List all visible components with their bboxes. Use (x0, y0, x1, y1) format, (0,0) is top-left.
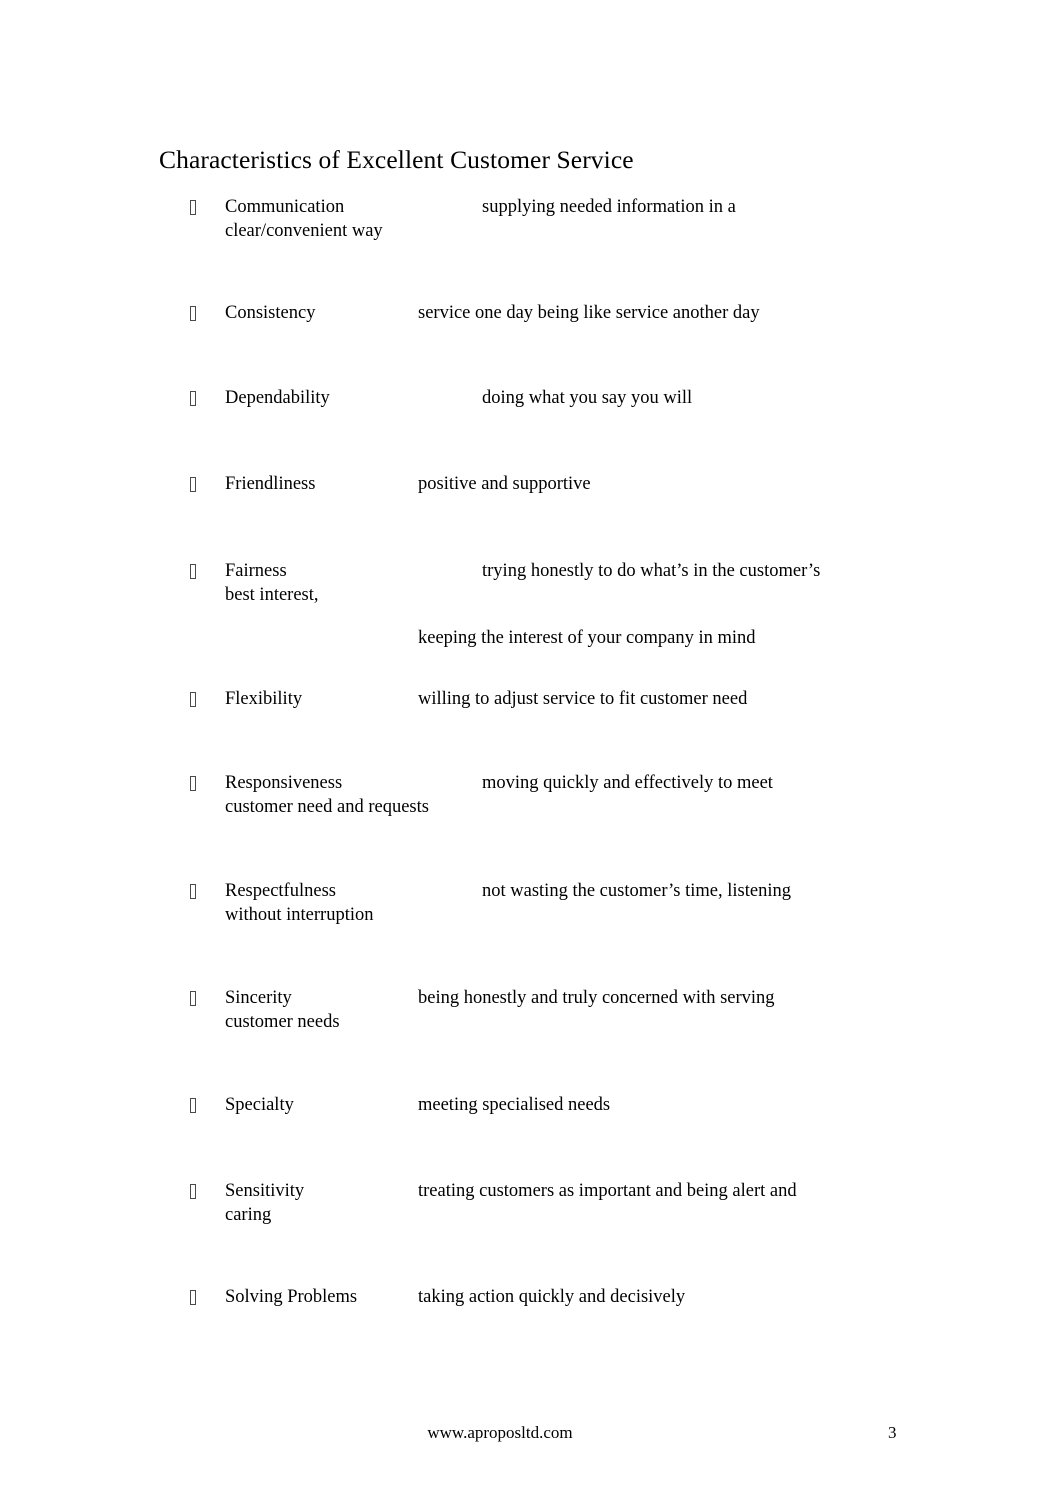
document-page: Characteristics of Excellent Customer Se… (0, 0, 1062, 1506)
list-item-main-row: Sensitivity treating customers as importa… (0, 1180, 1062, 1204)
list-item-label: Responsiveness (225, 773, 343, 793)
list-item-continuation-row: without interruption (0, 904, 1062, 928)
page-footer: www.aproposltd.com 3 (0, 1420, 1062, 1446)
list-item-main-row: Dependability doing what you say you will (0, 387, 1062, 411)
list-item-label: Friendliness (225, 474, 316, 494)
list-item-description: meeting specialised needs (418, 1095, 611, 1115)
list-item-label: Sincerity (225, 988, 292, 1008)
list-item: Sincerity being honestly and truly concer… (0, 987, 1062, 1034)
list-item-description: being honestly and truly concerned with … (418, 988, 775, 1008)
list-item-description: supplying needed information in a (482, 197, 736, 217)
list-item-main-row: Respectfulness not wasting the customer’s… (0, 880, 1062, 904)
list-item-main-row: Responsiveness moving quickly and effecti… (0, 772, 1062, 796)
list-item: Dependability doing what you say you will (0, 387, 1062, 411)
list-item-main-row: Communication supplying needed informatio… (0, 196, 1062, 220)
list-item-main-row: Fairness trying honestly to do what’s in … (0, 560, 1062, 584)
list-item-label: Sensitivity (225, 1181, 305, 1201)
list-item-description: willing to adjust service to fit custome… (418, 689, 748, 709)
list-item-continuation-row: customer needs (0, 1011, 1062, 1035)
list-item: Respectfulness not wasting the customer’s… (0, 880, 1062, 927)
list-item-label-continuation: customer need and requests (225, 796, 429, 817)
list-item-extra-description: keeping the interest of your company in … (418, 628, 756, 648)
list-item-label: Fairness (225, 561, 287, 581)
list-item-label: Solving Problems (225, 1287, 358, 1307)
list-item: Communication supplying needed informatio… (0, 196, 1062, 243)
list-item-label-continuation: clear/convenient way (225, 220, 383, 241)
list-item-label: Dependability (225, 388, 330, 408)
list-item-extra-row: keeping the interest of your company in … (0, 607, 1062, 650)
list-item-main-row: Flexibility willing to adjust service to … (0, 688, 1062, 712)
list-item-label: Flexibility (225, 689, 303, 709)
list-item-continuation-row: customer need and requests (0, 796, 1062, 820)
list-item-label-continuation: best interest, (225, 584, 319, 605)
list-item-main-row: Specialty meeting specialised needs (0, 1094, 1062, 1118)
footer-page-number: 3 (888, 1423, 897, 1442)
list-item-description: moving quickly and effectively to meet (482, 773, 773, 793)
list-item: Friendliness positive and supportive (0, 473, 1062, 497)
list-item-continuation-row: clear/convenient way (0, 220, 1062, 244)
list-item-description: not wasting the customer’s time, listeni… (482, 881, 791, 901)
list-item-main-row: Solving Problems taking action quickly an… (0, 1286, 1062, 1310)
list-item-label: Respectfulness (225, 881, 336, 901)
list-item-label-continuation: customer needs (225, 1011, 340, 1032)
list-item-main-row: Consistency service one day being like se… (0, 302, 1062, 326)
list-item-description: treating customers as important and bein… (418, 1181, 797, 1201)
list-item-label: Consistency (225, 303, 316, 323)
list-item-label: Specialty (225, 1095, 294, 1115)
list-item-description: positive and supportive (418, 474, 591, 494)
list-item: Responsiveness moving quickly and effecti… (0, 772, 1062, 819)
list-item-description: doing what you say you will (482, 388, 693, 408)
list-item-main-row: Friendliness positive and supportive (0, 473, 1062, 497)
list-item-continuation-row: best interest, (0, 584, 1062, 608)
list-item: Sensitivity treating customers as importa… (0, 1180, 1062, 1227)
list-item-label-continuation: caring (225, 1204, 272, 1225)
list-item-description: service one day being like service anoth… (418, 303, 760, 323)
list-item-description: taking action quickly and decisively (418, 1287, 686, 1307)
list-item-label: Communication (225, 197, 345, 217)
list-item-label-continuation: without interruption (225, 904, 374, 925)
list-item-main-row: Sincerity being honestly and truly concer… (0, 987, 1062, 1011)
footer-website-url: www.aproposltd.com (427, 1423, 573, 1442)
list-item: Specialty meeting specialised needs (0, 1094, 1062, 1118)
list-item: Fairness trying honestly to do what’s in … (0, 560, 1062, 650)
list-item-description: trying honestly to do what’s in the cust… (482, 561, 821, 581)
page-title: Characteristics of Excellent Customer Se… (159, 145, 634, 175)
list-item: Solving Problems taking action quickly an… (0, 1286, 1062, 1310)
list-item-continuation-row: caring (0, 1204, 1062, 1228)
list-item: Flexibility willing to adjust service to … (0, 688, 1062, 712)
list-item: Consistency service one day being like se… (0, 302, 1062, 326)
